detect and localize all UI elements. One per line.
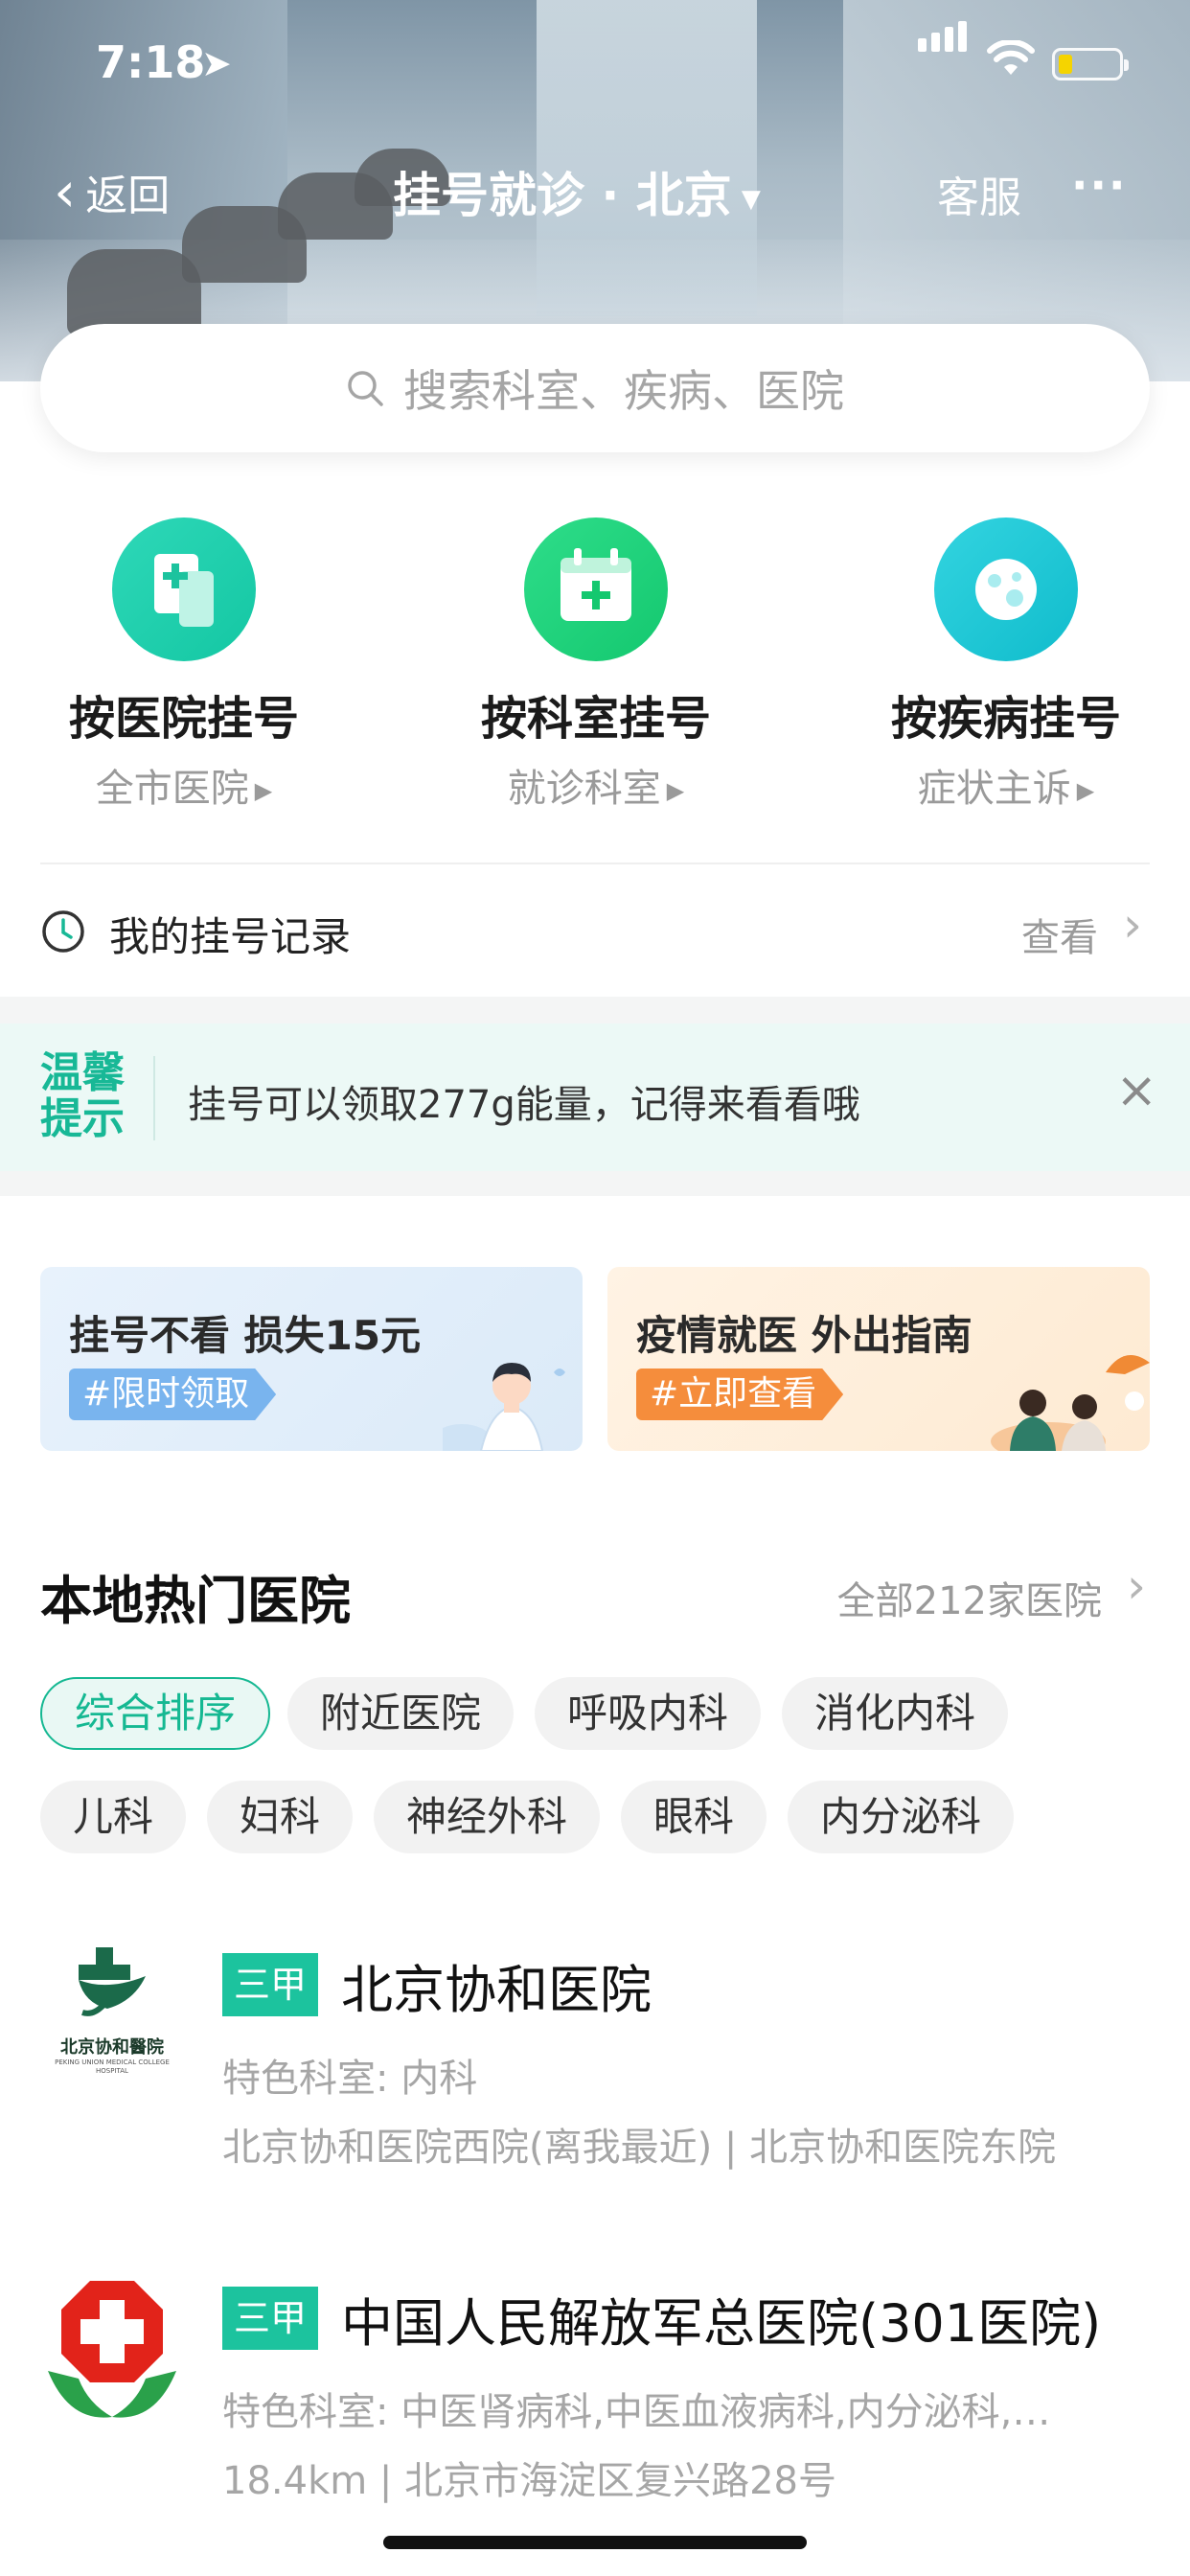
- caret-right-icon: ▶: [1076, 777, 1095, 804]
- chip-gynecology[interactable]: 妇科: [207, 1781, 354, 1853]
- hospital-address: 北京协和医院西院(离我最近) | 北京协和医院东院: [222, 2126, 1057, 2170]
- tip-message: 挂号可以领取277g能量，记得来看看哦: [188, 1083, 860, 1127]
- tip-banner: 温馨 提示 挂号可以领取277g能量，记得来看看哦 ×: [0, 1024, 1190, 1171]
- chip-gastro[interactable]: 消化内科: [782, 1677, 1009, 1750]
- hospital-specialty: 特色科室: 内科: [222, 2057, 478, 2101]
- by-disease-entry[interactable]: 按疾病挂号 症状主诉 ▶: [862, 518, 1150, 813]
- promo-card-refund[interactable]: 挂号不看 损失15元 #限时领取: [40, 1267, 583, 1451]
- chip-comprehensive-sort[interactable]: 综合排序: [40, 1677, 271, 1750]
- hospital-level-badge: 三甲: [222, 2287, 318, 2350]
- people-illustration-icon: [991, 1355, 1150, 1451]
- by-disease-sub: 症状主诉 ▶: [917, 767, 1095, 811]
- search-icon: [348, 371, 383, 406]
- by-hospital-label: 按医院挂号: [68, 692, 299, 746]
- caret-down-icon: ▼: [741, 184, 761, 214]
- caret-right-icon: ▶: [254, 777, 273, 804]
- by-department-sub: 就诊科室 ▶: [507, 767, 685, 811]
- nav-bar: ‹ 返回 挂号就诊 · 北京 ▼ 客服 ···: [0, 153, 1190, 230]
- home-indicator[interactable]: [383, 2536, 807, 2549]
- hospital-address: 18.4km | 北京市海淀区复兴路28号: [222, 2459, 836, 2503]
- pla-hospital-logo: [40, 2279, 184, 2423]
- chevron-left-icon: ‹: [54, 159, 77, 224]
- section-gap: [0, 1171, 1190, 1196]
- chip-nearby[interactable]: 附近医院: [287, 1677, 515, 1750]
- back-button[interactable]: ‹ 返回: [54, 161, 170, 222]
- chip-pediatrics[interactable]: 儿科: [40, 1781, 187, 1853]
- promo-card-title: 挂号不看 损失15元: [69, 1312, 422, 1359]
- page-title-text: 挂号就诊 · 北京: [393, 168, 732, 223]
- customer-service-button[interactable]: 客服: [937, 163, 1021, 224]
- hospital-item[interactable]: 三甲 中国人民解放军总医院(301医院) 特色科室: 中医肾病科,中医血液病科,…: [40, 2279, 1150, 2518]
- record-view-link[interactable]: 查看: [1021, 907, 1098, 962]
- location-arrow-icon: ➤: [201, 42, 232, 84]
- hospital-item[interactable]: 北京协和醫院 PEKING UNION MEDICAL COLLEGE HOSP…: [40, 1945, 1150, 2185]
- battery-icon: [1052, 48, 1129, 80]
- doctor-illustration-icon: [443, 1363, 565, 1451]
- by-hospital-entry[interactable]: 按医院挂号 全市医院 ▶: [40, 518, 328, 813]
- hospital-name: 北京协和医院: [341, 1960, 652, 2020]
- virus-icon: [934, 518, 1078, 661]
- search-placeholder: 搜索科室、疾病、医院: [403, 365, 844, 417]
- chevron-right-icon: ›: [1123, 897, 1142, 953]
- by-hospital-sub: 全市医院 ▶: [95, 767, 273, 811]
- section-gap: [0, 997, 1190, 1024]
- pumch-logo: 北京协和醫院 PEKING UNION MEDICAL COLLEGE HOSP…: [40, 1945, 184, 2089]
- promo-card-covid-guide[interactable]: 疫情就医 外出指南 #立即查看: [607, 1267, 1150, 1451]
- hospital-specialty: 特色科室: 中医肾病科,中医血液病科,内分泌科,…: [222, 2390, 1051, 2434]
- clock-icon: [42, 910, 84, 953]
- hospital-level-badge: 三甲: [222, 1953, 318, 2016]
- calendar-plus-icon: [524, 518, 668, 661]
- hospital-name: 中国人民解放军总医院(301医院): [341, 2293, 1102, 2354]
- close-icon[interactable]: ×: [1115, 1062, 1157, 1119]
- my-registration-record[interactable]: 我的挂号记录 查看 ›: [40, 862, 1150, 997]
- chip-respiratory[interactable]: 呼吸内科: [535, 1677, 762, 1750]
- record-label: 我的挂号记录: [109, 913, 352, 960]
- all-hospitals-link[interactable]: 全部212家医院: [837, 1570, 1102, 1625]
- promo-card-tag: #限时领取: [69, 1368, 276, 1420]
- caret-right-icon: ▶: [666, 777, 685, 804]
- tip-separator: [153, 1056, 155, 1140]
- by-department-entry[interactable]: 按科室挂号 就诊科室 ▶: [452, 518, 740, 813]
- back-label: 返回: [85, 172, 171, 220]
- promo-card-title: 疫情就医 外出指南: [636, 1312, 973, 1359]
- by-disease-label: 按疾病挂号: [890, 692, 1121, 746]
- wifi-icon: [987, 40, 1035, 75]
- quick-entry-row: 按医院挂号 全市医院 ▶ 按科室挂号 就诊科室 ▶ 按疾病挂号 症状主诉 ▶: [0, 518, 1190, 811]
- chip-neurosurgery[interactable]: 神经外科: [374, 1781, 601, 1853]
- chip-ophthalmology[interactable]: 眼科: [621, 1781, 767, 1853]
- tip-badge: 温馨 提示: [40, 1048, 125, 1143]
- promo-cards: 挂号不看 损失15元 #限时领取 疫情就医 外出指南 #立即查看: [40, 1267, 1150, 1451]
- by-department-label: 按科室挂号: [480, 692, 711, 746]
- banner-seat: [67, 249, 201, 335]
- status-time: 7:18: [96, 36, 206, 88]
- hospital-icon: [112, 518, 256, 661]
- chevron-right-icon: ›: [1127, 1558, 1146, 1614]
- promo-card-tag: #立即查看: [636, 1368, 843, 1420]
- more-menu-button[interactable]: ···: [1071, 159, 1127, 211]
- section-title: 本地热门医院: [40, 1571, 351, 1631]
- status-bar: 7:18 ➤: [0, 21, 1190, 94]
- search-input[interactable]: 搜索科室、疾病、医院: [40, 324, 1150, 452]
- page-title[interactable]: 挂号就诊 · 北京 ▼: [393, 157, 761, 226]
- chip-endocrinology[interactable]: 内分泌科: [788, 1781, 1015, 1853]
